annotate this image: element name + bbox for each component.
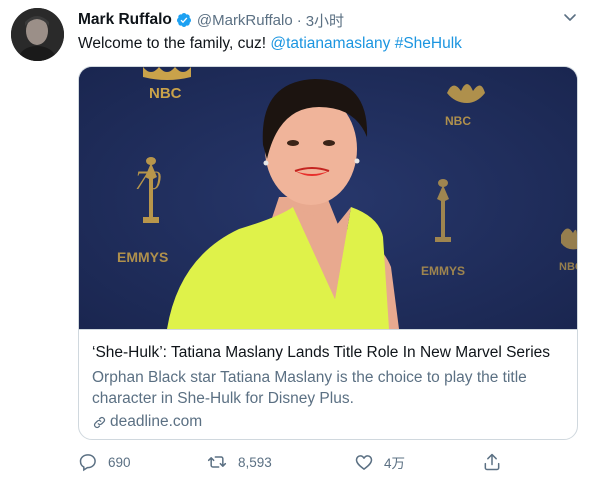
like-button[interactable]: 4万 xyxy=(354,452,405,472)
like-count: 4万 xyxy=(384,456,406,471)
card-domain[interactable]: deadline.com xyxy=(92,413,202,431)
card-body[interactable]: ‘She-Hulk’: Tatiana Maslany Lands Title … xyxy=(79,329,577,439)
retweet-count: 8,593 xyxy=(238,454,272,470)
author-handle[interactable]: @MarkRuffalo xyxy=(197,12,293,29)
card-domain-text: deadline.com xyxy=(110,413,203,430)
hashtag-link[interactable]: #SheHulk xyxy=(395,35,462,52)
action-bar: 690 8,593 4万 xyxy=(78,452,578,474)
tweet-timestamp[interactable]: 3小时 xyxy=(306,10,344,31)
card-description: Orphan Black star Tatiana Maslany is the… xyxy=(92,369,527,407)
nbc-text-3: NBC xyxy=(559,261,577,273)
link-card[interactable]: NBC NBC NBC 70 EMMYS xyxy=(78,66,578,440)
nbc-text-1: NBC xyxy=(149,85,182,102)
chevron-down-icon[interactable] xyxy=(562,9,578,25)
tweet-header: Mark Ruffalo @MarkRuffalo · 3小时 xyxy=(78,10,344,30)
separator-dot: · xyxy=(296,11,302,29)
tweet-text-plain: Welcome to the family, cuz! xyxy=(78,35,271,52)
link-icon xyxy=(93,416,106,428)
nbc-text-2: NBC xyxy=(445,114,471,128)
emmys-text-1: EMMYS xyxy=(117,249,168,265)
retweet-button[interactable]: 8,593 xyxy=(206,452,272,472)
reply-button[interactable]: 690 xyxy=(78,452,131,472)
tweet-text: Welcome to the family, cuz! @tatianamasl… xyxy=(78,34,462,54)
mention-link[interactable]: @tatianamaslany xyxy=(270,35,390,52)
avatar-portrait xyxy=(11,8,64,61)
emmys-text-2: EMMYS xyxy=(421,264,465,278)
card-title[interactable]: ‘She-Hulk’: Tatiana Maslany Lands Title … xyxy=(92,344,550,362)
share-icon xyxy=(484,453,500,471)
share-button[interactable] xyxy=(482,452,512,472)
reply-icon xyxy=(79,454,96,472)
avatar[interactable] xyxy=(11,8,64,61)
reply-count: 690 xyxy=(108,454,131,470)
card-image[interactable]: NBC NBC NBC 70 EMMYS xyxy=(79,67,577,329)
tweet[interactable]: Mark Ruffalo @MarkRuffalo · 3小时 Welcome … xyxy=(0,0,595,483)
author-name[interactable]: Mark Ruffalo xyxy=(78,11,172,29)
retweet-icon xyxy=(207,456,227,468)
like-icon xyxy=(355,455,373,470)
verified-badge-icon xyxy=(176,12,192,28)
